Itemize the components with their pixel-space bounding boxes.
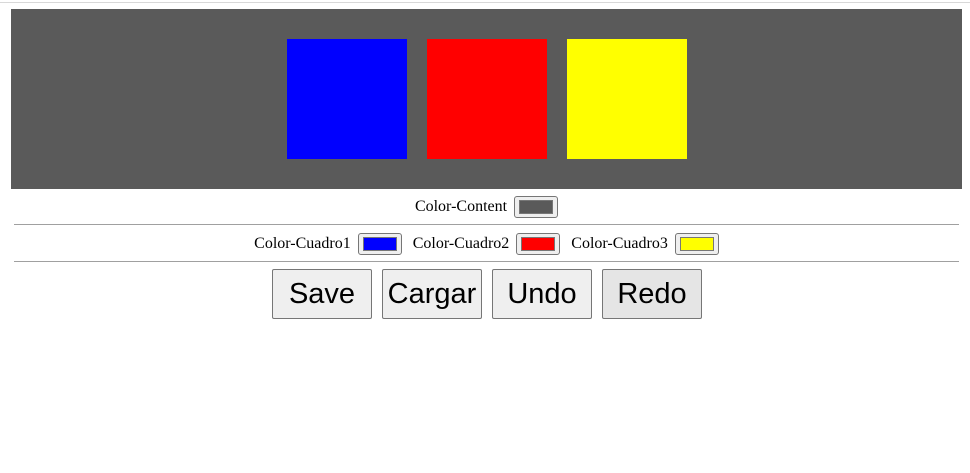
color-cuadro2-picker[interactable] — [516, 233, 561, 255]
color-cuadro3-label: Color-Cuadro3 — [571, 235, 668, 252]
color-cuadro3-picker[interactable] — [674, 233, 719, 255]
color-cuadro3-swatch — [679, 237, 714, 251]
cuadro3-square — [567, 39, 687, 159]
cargar-button[interactable]: Cargar — [382, 269, 482, 319]
color-content-picker[interactable] — [514, 196, 559, 218]
cuadro-color-row: Color-Cuadro1 Color-Cuadro2 Color-Cuadro… — [14, 232, 959, 256]
save-button[interactable]: Save — [272, 269, 372, 319]
cuadro2-square — [427, 39, 547, 159]
action-buttons: Save Cargar Undo Redo — [272, 269, 712, 319]
color-cuadro1-label: Color-Cuadro1 — [254, 235, 351, 252]
content-color-row: Color-Content — [14, 195, 959, 219]
color-content-label: Color-Content — [414, 198, 508, 215]
cuadro1-square — [287, 39, 407, 159]
color-cuadro2-label: Color-Cuadro2 — [412, 235, 510, 252]
undo-button[interactable]: Undo — [492, 269, 592, 319]
divider — [14, 224, 959, 225]
top-border-line — [0, 2, 970, 3]
color-content-swatch — [519, 200, 554, 214]
color-cuadro1-picker[interactable] — [357, 233, 402, 255]
color-content-panel — [11, 9, 962, 189]
color-cuadro2-swatch — [521, 237, 556, 251]
color-cuadro1-swatch — [362, 237, 397, 251]
divider — [14, 261, 959, 262]
redo-button[interactable]: Redo — [602, 269, 702, 319]
